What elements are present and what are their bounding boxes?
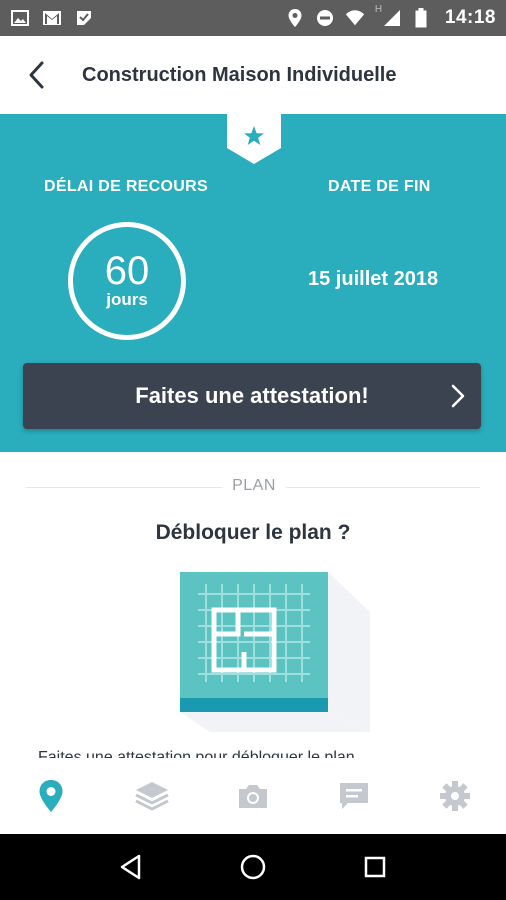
back-triangle-icon <box>120 854 141 880</box>
nav-item-layers[interactable] <box>101 758 202 834</box>
plan-description-truncated: Faites une attestation pour débloquer le… <box>38 749 355 758</box>
make-attestation-button[interactable]: Faites une attestation! <box>23 363 481 429</box>
app-header: Construction Maison Individuelle <box>0 36 506 114</box>
battery-icon <box>411 8 431 28</box>
plan-section-label: PLAN <box>232 477 276 494</box>
end-date-label: DATE DE FIN <box>328 178 431 195</box>
delay-countdown-circle: 60 jours <box>68 222 186 340</box>
delay-label: DÉLAI DE RECOURS <box>44 178 208 195</box>
home-circle-icon <box>240 854 266 880</box>
delay-value: 60 <box>104 249 150 293</box>
checklist-icon <box>74 8 94 28</box>
page-title: Construction Maison Individuelle <box>82 63 397 86</box>
section-divider-right <box>286 487 480 488</box>
nav-item-messages[interactable] <box>304 758 405 834</box>
location-icon <box>285 8 305 28</box>
nav-item-settings[interactable] <box>405 758 506 834</box>
system-back-button[interactable] <box>111 847 151 887</box>
make-attestation-label: Faites une attestation! <box>135 383 369 408</box>
wifi-icon <box>345 8 365 28</box>
bottom-navigation <box>0 758 506 834</box>
system-home-button[interactable] <box>233 847 273 887</box>
signal-icon: H <box>375 4 401 28</box>
camera-icon <box>239 785 267 808</box>
unlock-plan-question: Débloquer le plan ? <box>155 521 351 544</box>
nav-item-camera[interactable] <box>202 758 303 834</box>
chat-icon <box>340 783 369 809</box>
recents-square-icon <box>364 856 386 878</box>
back-button[interactable] <box>0 36 72 114</box>
status-bar: H 14:18 <box>0 0 506 36</box>
end-date-value: 15 juillet 2018 <box>308 268 439 290</box>
section-divider-left <box>26 487 222 488</box>
do-not-disturb-icon <box>315 8 335 28</box>
settings-icon <box>440 781 471 811</box>
image-icon <box>10 8 30 28</box>
delay-unit: jours <box>106 290 148 309</box>
floor-plan-icon[interactable] <box>180 572 370 732</box>
chevron-right-icon <box>451 384 465 408</box>
chevron-left-icon <box>29 61 44 89</box>
layers-icon <box>135 782 169 811</box>
system-navigation-bar <box>0 834 506 900</box>
status-left-icons <box>10 8 94 28</box>
network-type-label: H <box>374 4 383 15</box>
gmail-icon <box>42 8 62 28</box>
nav-item-map[interactable] <box>0 758 101 834</box>
project-summary-panel: DÉLAI DE RECOURS DATE DE FIN 60 jours 15… <box>0 114 506 452</box>
status-time: 14:18 <box>444 7 496 28</box>
map-pin-icon <box>39 780 63 812</box>
system-recents-button[interactable] <box>355 847 395 887</box>
status-right-icons: H 14:18 <box>285 4 496 29</box>
favorite-ribbon[interactable] <box>227 114 281 164</box>
